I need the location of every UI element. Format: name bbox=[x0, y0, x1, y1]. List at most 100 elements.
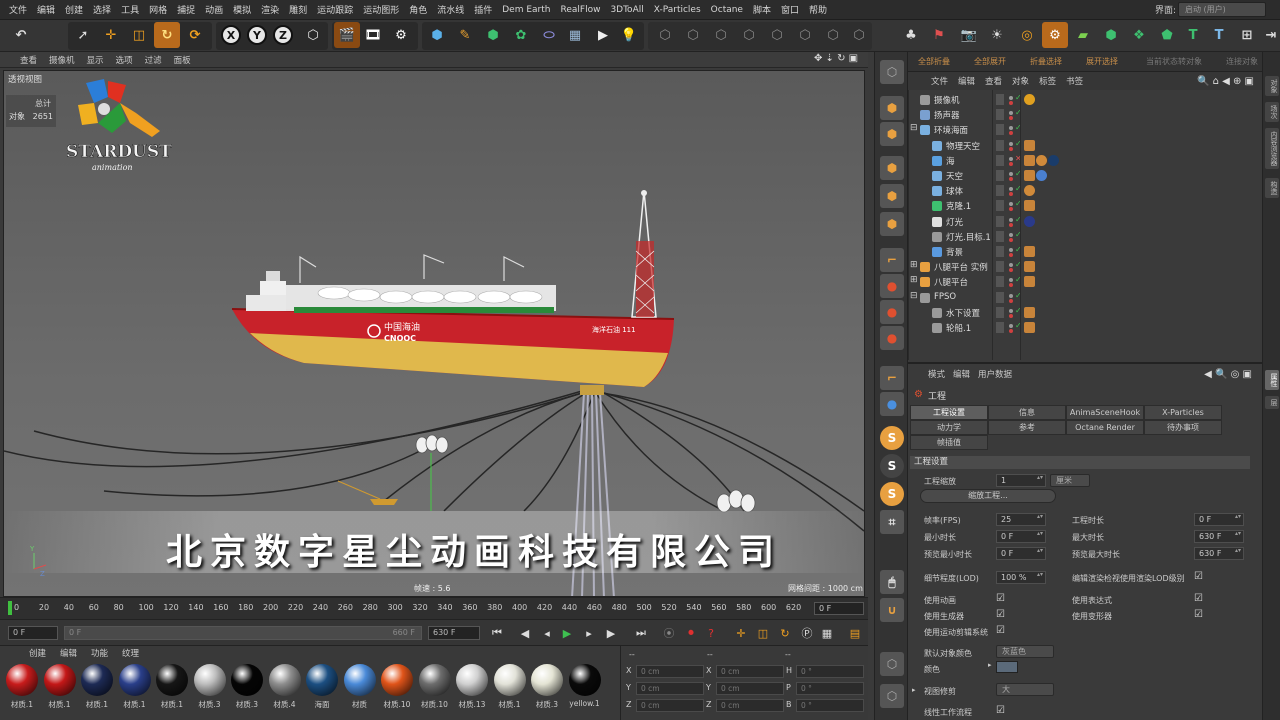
character-icon[interactable]: ⚑ bbox=[926, 22, 952, 48]
next-key-icon[interactable]: ▶ bbox=[602, 624, 620, 642]
editor-visibility-dot[interactable] bbox=[1009, 217, 1013, 222]
attr-menu-user-data[interactable]: 用户数据 bbox=[974, 368, 1016, 380]
coord-field[interactable]: 0 cm bbox=[636, 665, 704, 678]
rotate-alt-icon[interactable]: ⟳ bbox=[182, 22, 208, 48]
render-visibility-dot[interactable] bbox=[1009, 207, 1013, 212]
coordinate-system-icon[interactable]: ⬡ bbox=[300, 22, 326, 48]
mode-icon-3[interactable]: ⬡ bbox=[708, 22, 734, 48]
render-view-icon[interactable]: 🎬 bbox=[334, 22, 360, 48]
layer-color-icon[interactable] bbox=[996, 109, 1004, 121]
editor-visibility-dot[interactable] bbox=[1009, 248, 1013, 252]
render-visibility-dot[interactable] bbox=[1009, 222, 1013, 227]
material-swatch[interactable]: 材质.3 bbox=[192, 664, 228, 720]
editor-visibility-dot[interactable] bbox=[1009, 187, 1013, 192]
texture-tag-icon[interactable] bbox=[1024, 246, 1035, 257]
texture-tag-icon[interactable] bbox=[1024, 139, 1035, 151]
layer-color-icon[interactable] bbox=[996, 154, 1004, 166]
material-swatch[interactable]: 材质.3 bbox=[529, 664, 565, 720]
rotate-icon[interactable]: ↻ bbox=[154, 22, 180, 48]
texture-tag-icon[interactable] bbox=[1024, 322, 1035, 333]
magnet-icon[interactable]: ∪ bbox=[880, 598, 904, 622]
side-tab-attributes[interactable]: 属性 bbox=[1265, 370, 1279, 390]
octane-settings-icon[interactable]: ◎ bbox=[1014, 22, 1040, 48]
color-swatch[interactable] bbox=[996, 661, 1018, 673]
mograph-tag-icon[interactable] bbox=[1024, 185, 1035, 197]
render-visibility-dot[interactable] bbox=[1009, 283, 1013, 288]
cube-icon[interactable]: ⬢ bbox=[424, 22, 450, 48]
editor-visibility-dot[interactable] bbox=[1009, 111, 1013, 116]
tab-frame-interpolation[interactable]: 帧插值 bbox=[910, 435, 988, 450]
expand-icon[interactable]: ⊞ bbox=[910, 275, 918, 285]
coord-field[interactable]: 0 cm bbox=[636, 682, 704, 695]
key-param-icon[interactable]: Ⓟ bbox=[798, 624, 816, 642]
editor-visibility-dot[interactable] bbox=[1009, 96, 1013, 100]
color-expand-icon[interactable]: ▸ bbox=[988, 661, 992, 669]
material-swatch[interactable]: 材质.3 bbox=[229, 664, 265, 720]
mode-icon-7[interactable]: ⬡ bbox=[820, 22, 846, 48]
viewport-menu-filter[interactable]: 过滤 bbox=[139, 54, 168, 66]
menu-mesh[interactable]: 网格 bbox=[144, 3, 172, 16]
tab-info[interactable]: 信息 bbox=[988, 405, 1066, 420]
coord-field[interactable]: 0 cm bbox=[636, 699, 704, 712]
editor-visibility-dot[interactable] bbox=[1009, 232, 1013, 237]
go-to-start-icon[interactable]: ⏮ bbox=[488, 624, 506, 642]
text-t-blue-icon[interactable]: T bbox=[1206, 22, 1232, 48]
editor-visibility-dot[interactable] bbox=[1009, 141, 1013, 146]
object-row[interactable]: 球体 ✓ bbox=[908, 184, 1262, 199]
render-visibility-dot[interactable] bbox=[1009, 146, 1013, 151]
layout-select[interactable]: 启动 (用户) bbox=[1178, 2, 1266, 17]
menu-realflow[interactable]: RealFlow bbox=[555, 5, 605, 15]
menu-sculpt[interactable]: 雕刻 bbox=[284, 3, 312, 16]
layer-color-icon[interactable] bbox=[996, 124, 1004, 136]
texture-tag-icon[interactable] bbox=[1024, 306, 1035, 318]
viewport-menu-options[interactable]: 选项 bbox=[110, 54, 139, 66]
tab-anima-scene-hook[interactable]: AnimaSceneHook bbox=[1066, 405, 1144, 420]
texture-tag-icon[interactable] bbox=[1024, 200, 1035, 212]
menu-snap[interactable]: 捕捉 bbox=[172, 3, 200, 16]
viewport-menu-view[interactable]: 查看 bbox=[14, 54, 43, 66]
perspective-viewport[interactable]: 透视视图 总计 对象 2651 STARDUST animation 中国海油 … bbox=[3, 70, 865, 597]
autokey-icon[interactable]: ? bbox=[702, 624, 720, 642]
attr-menu-edit[interactable]: 编辑 bbox=[949, 368, 974, 380]
side-tab-content-browser[interactable]: 内容浏览器 bbox=[1265, 128, 1279, 169]
mode-icon-1[interactable]: ⬡ bbox=[652, 22, 678, 48]
point-mode-icon[interactable]: ⬢ bbox=[880, 156, 904, 180]
render-settings-icon[interactable]: ⚙ bbox=[388, 22, 414, 48]
preview-max-field[interactable]: 630 F bbox=[1194, 547, 1244, 560]
axis-mode-icon[interactable]: ⌐ bbox=[880, 248, 904, 272]
max-time-field[interactable]: 630 F bbox=[1194, 530, 1244, 543]
object-row[interactable]: ⊞ 八腿平台 ✓ bbox=[908, 275, 1262, 290]
menu-edit[interactable]: 编辑 bbox=[32, 3, 60, 16]
material-swatch[interactable]: 材质.1 bbox=[4, 664, 40, 720]
viewport-menu-camera[interactable]: 摄像机 bbox=[43, 54, 81, 66]
key-pla-icon[interactable]: ▦ bbox=[818, 624, 836, 642]
menu-x-particles[interactable]: X-Particles bbox=[649, 5, 706, 15]
tweak-icon[interactable]: ⌐ bbox=[880, 366, 904, 390]
lod-field[interactable]: 100 % bbox=[996, 571, 1046, 584]
use-expressions-checkbox[interactable]: ☑ bbox=[1194, 594, 1204, 604]
menu-animate[interactable]: 动画 bbox=[200, 3, 228, 16]
menu-render[interactable]: 渲染 bbox=[256, 3, 284, 16]
material-swatch[interactable]: 海面 bbox=[304, 664, 340, 720]
tab-dynamics[interactable]: 动力学 bbox=[910, 420, 988, 435]
render-picture-viewer-icon[interactable]: 🎞 bbox=[360, 22, 386, 48]
side-tab-objects[interactable]: 对象 bbox=[1265, 76, 1279, 96]
om-menu-view[interactable]: 查看 bbox=[980, 75, 1007, 87]
scale-icon[interactable]: ◫ bbox=[126, 22, 152, 48]
previous-frame-icon[interactable]: ◂ bbox=[538, 624, 556, 642]
side-tab-layers[interactable]: 层 bbox=[1265, 396, 1279, 409]
coord-field[interactable]: 0 cm bbox=[716, 665, 784, 678]
expand-selected-button[interactable]: 展开选择 bbox=[1086, 56, 1118, 67]
menu-pipeline[interactable]: 流水线 bbox=[432, 3, 469, 16]
play-icon[interactable]: ▶ bbox=[558, 624, 576, 642]
y-axis-icon[interactable]: Y bbox=[244, 22, 270, 48]
timeline-window-icon[interactable]: ▤ bbox=[846, 624, 864, 642]
layer-color-icon[interactable] bbox=[996, 261, 1004, 273]
render-visibility-dot[interactable] bbox=[1009, 329, 1013, 333]
coord-field[interactable]: 0 ° bbox=[796, 699, 864, 712]
key-scale-icon[interactable]: ◫ bbox=[754, 624, 772, 642]
subdivision-icon[interactable]: ⬢ bbox=[480, 22, 506, 48]
side-tab-structure[interactable]: 构造 bbox=[1265, 178, 1279, 198]
edge-mode-icon[interactable]: ⬢ bbox=[880, 184, 904, 208]
editor-visibility-dot[interactable] bbox=[1009, 172, 1013, 176]
